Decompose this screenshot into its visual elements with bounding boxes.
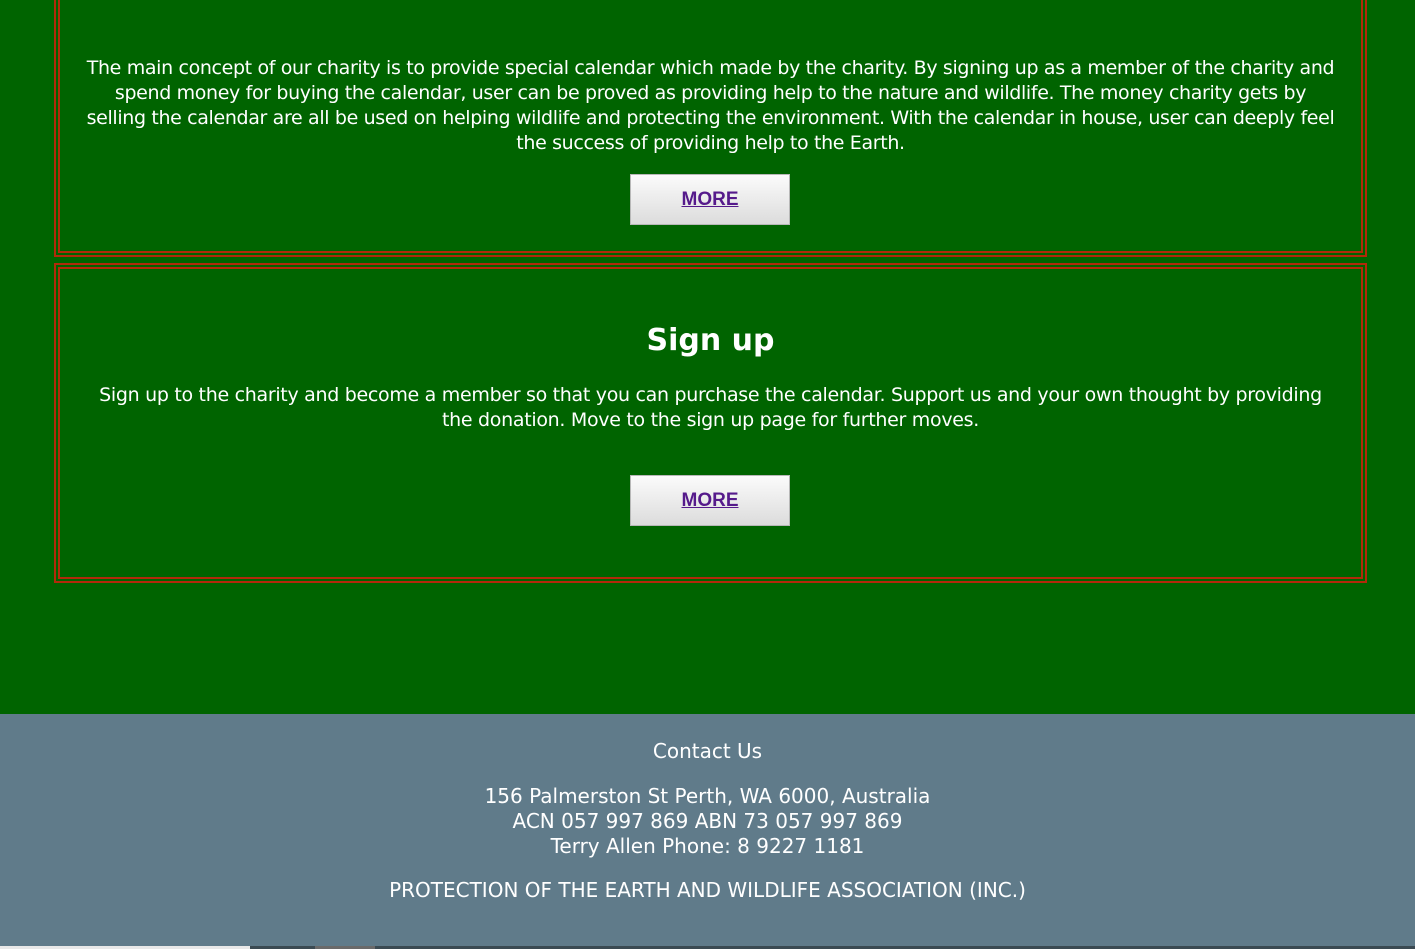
contact-address: 156 Palmerston St Perth, WA 6000, Austra… — [0, 784, 1415, 859]
signup-description: Sign up to the charity and become a memb… — [99, 384, 1322, 431]
organization-name: PROTECTION OF THE EARTH AND WILDLIFE ASS… — [389, 878, 1026, 902]
signup-more-button[interactable]: MORE — [630, 475, 790, 526]
address-line: 156 Palmerston St Perth, WA 6000, Austra… — [484, 784, 931, 808]
signup-panel: Sign up Sign up to the charity and becom… — [54, 263, 1367, 583]
concept-description: The main concept of our charity is to pr… — [86, 57, 1335, 154]
concept-panel: The main concept of our charity is to pr… — [54, 0, 1367, 257]
page: The main concept of our charity is to pr… — [0, 0, 1415, 949]
footer: Contact Us 156 Palmerston St Perth, WA 6… — [0, 714, 1415, 949]
contact-phone: Terry Allen Phone: 8 9227 1181 — [550, 834, 865, 858]
contact-title: Contact Us — [652, 739, 763, 763]
concept-more-button[interactable]: MORE — [630, 174, 790, 225]
signup-title: Sign up — [646, 323, 775, 358]
registration-numbers: ACN 057 997 869 ABN 73 057 997 869 — [512, 809, 903, 833]
